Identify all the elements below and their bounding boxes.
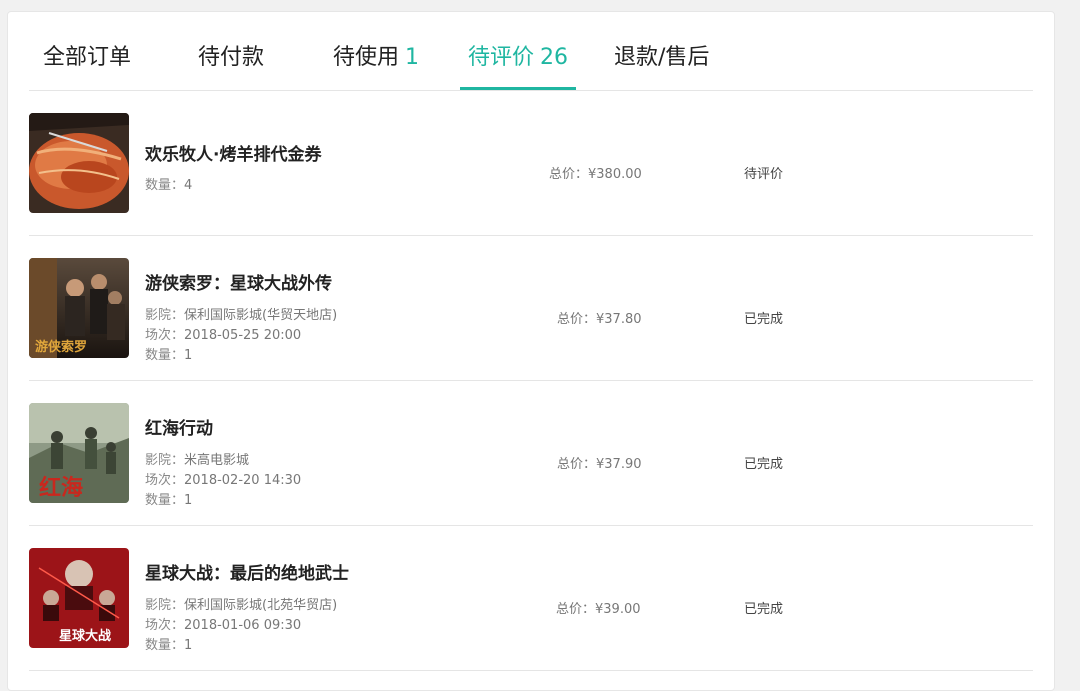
order-cinema: 影院：保利国际影城(华贸天地店): [145, 306, 337, 326]
cinema-value: 保利国际影城(华贸天地店): [184, 308, 338, 323]
quantity-value: 4: [184, 178, 193, 193]
order-quantity: 数量：1: [145, 346, 192, 366]
orders-panel: 全部订单 待付款 待使用 1 待评价 26 退款/售后 欢乐牧人·烤羊排代金券 …: [7, 11, 1055, 691]
quantity-value: 1: [184, 493, 193, 508]
tab-all-orders[interactable]: 全部订单: [43, 42, 131, 90]
order-status: 待评价: [744, 167, 784, 182]
session-value: 2018-01-06 09:30: [184, 618, 302, 633]
movie-poster[interactable]: 游侠索罗: [29, 258, 129, 358]
tab-pending-use[interactable]: 待使用 1: [333, 42, 419, 90]
cinema-value: 米高电影城: [184, 453, 250, 468]
session-value: 2018-02-20 14:30: [184, 473, 302, 488]
cinema-label: 影院：: [145, 598, 185, 613]
poster-title-text: 红海: [39, 475, 83, 501]
price-label: 总价：: [549, 167, 589, 182]
order-row[interactable]: 红海 红海行动 影院：米高电影城 场次：2018-02-20 14:30 数量：…: [29, 381, 1033, 526]
price-label: 总价：: [557, 312, 597, 327]
tab-pending-payment[interactable]: 待付款: [198, 42, 264, 90]
cinema-value: 保利国际影城(北苑华贸店): [184, 598, 338, 613]
price-value: ¥37.90: [596, 457, 642, 472]
operation-red-sea-poster-image: 红海: [29, 403, 129, 503]
lamb-ribs-image: [29, 113, 129, 213]
last-jedi-poster-image: 星球大战: [29, 548, 129, 648]
tab-label: 待付款: [198, 45, 265, 70]
poster-title-text: 游侠索罗: [35, 339, 87, 355]
tab-pending-review[interactable]: 待评价 26: [460, 42, 576, 90]
order-title[interactable]: 红海行动: [145, 414, 213, 439]
order-row[interactable]: 欢乐牧人·烤羊排代金券 数量：4 总价：¥380.00 待评价: [29, 91, 1033, 236]
order-title[interactable]: 星球大战：最后的绝地武士: [145, 559, 349, 584]
order-price: 总价：¥37.80: [557, 308, 697, 327]
order-title[interactable]: 游侠索罗：星球大战外传: [145, 269, 332, 294]
order-status: 已完成: [744, 602, 784, 617]
tab-count: 26: [540, 45, 568, 70]
quantity-label: 数量：: [145, 638, 185, 653]
order-status: 已完成: [744, 457, 784, 472]
poster-title-text: 星球大战: [59, 628, 111, 644]
order-quantity: 数量：4: [145, 176, 192, 196]
order-price: 总价：¥39.00: [556, 598, 696, 617]
quantity-value: 1: [184, 638, 193, 653]
order-quantity: 数量：1: [145, 636, 192, 656]
quantity-label: 数量：: [145, 348, 185, 363]
price-label: 总价：: [557, 457, 597, 472]
cinema-label: 影院：: [145, 453, 185, 468]
solo-poster-image: 游侠索罗: [29, 258, 129, 358]
price-label: 总价：: [556, 602, 596, 617]
order-row[interactable]: 星球大战 星球大战：最后的绝地武士 影院：保利国际影城(北苑华贸店) 场次：20…: [29, 526, 1033, 671]
session-label: 场次：: [145, 618, 185, 633]
order-title[interactable]: 欢乐牧人·烤羊排代金券: [145, 140, 321, 165]
price-value: ¥39.00: [595, 602, 641, 617]
order-price: 总价：¥37.90: [557, 453, 697, 472]
order-list: 欢乐牧人·烤羊排代金券 数量：4 总价：¥380.00 待评价 游侠索罗 游侠索…: [29, 91, 1033, 671]
session-value: 2018-05-25 20:00: [184, 328, 302, 343]
session-label: 场次：: [145, 328, 185, 343]
order-status: 已完成: [744, 312, 784, 327]
cinema-label: 影院：: [145, 308, 185, 323]
movie-poster[interactable]: 红海: [29, 403, 129, 503]
order-session: 场次：2018-02-20 14:30: [145, 471, 301, 491]
tab-label: 全部订单: [43, 45, 132, 70]
quantity-value: 1: [184, 348, 193, 363]
price-value: ¥380.00: [588, 167, 642, 182]
quantity-label: 数量：: [145, 493, 185, 508]
session-label: 场次：: [145, 473, 185, 488]
order-session: 场次：2018-01-06 09:30: [145, 616, 301, 636]
order-tabs: 全部订单 待付款 待使用 1 待评价 26 退款/售后: [29, 12, 1033, 91]
order-quantity: 数量：1: [145, 491, 192, 511]
order-session: 场次：2018-05-25 20:00: [145, 326, 301, 346]
order-price: 总价：¥380.00: [549, 163, 689, 182]
tab-label: 退款/售后: [614, 45, 710, 70]
product-image[interactable]: [29, 113, 129, 213]
order-cinema: 影院：米高电影城: [145, 451, 249, 471]
order-row[interactable]: 游侠索罗 游侠索罗：星球大战外传 影院：保利国际影城(华贸天地店) 场次：201…: [29, 236, 1033, 381]
order-cinema: 影院：保利国际影城(北苑华贸店): [145, 596, 337, 616]
quantity-label: 数量：: [145, 178, 185, 193]
tab-label: 待使用: [333, 45, 400, 70]
tab-count: 1: [405, 45, 420, 70]
tab-label: 待评价: [467, 45, 534, 70]
price-value: ¥37.80: [596, 312, 642, 327]
movie-poster[interactable]: 星球大战: [29, 548, 129, 648]
tab-refund-after-sales[interactable]: 退款/售后: [614, 42, 709, 90]
